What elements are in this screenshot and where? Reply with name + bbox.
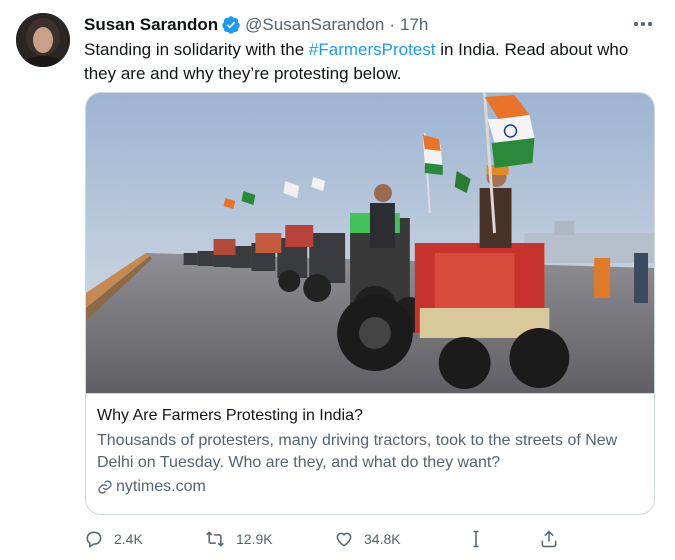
link-card[interactable]: Why Are Farmers Protesting in India? Tho… [85, 92, 655, 515]
more-icon [634, 22, 652, 26]
retweet-button[interactable]: 12.9K [204, 527, 273, 551]
more-button[interactable] [631, 14, 655, 34]
like-count: 34.8K [364, 531, 401, 547]
share-icon [541, 530, 557, 548]
card-description: Thousands of protesters, many driving tr… [97, 432, 618, 471]
tweet-timestamp[interactable]: 17h [400, 15, 428, 35]
tweet-text: Standing in solidarity with the #Farmers… [84, 38, 644, 86]
reply-icon [86, 531, 102, 548]
author-name[interactable]: Susan Sarandon [84, 15, 218, 35]
card-domain-text: nytimes.com [116, 478, 206, 495]
like-icon [336, 532, 352, 547]
like-button[interactable]: 34.8K [334, 527, 401, 551]
reply-count: 2.4K [114, 531, 143, 547]
card-title[interactable]: Why Are Farmers Protesting in India? [97, 405, 643, 427]
card-image [86, 93, 654, 394]
action-bar: 2.4K 12.9K 34.8K [84, 527, 564, 551]
retweet-count: 12.9K [236, 531, 273, 547]
avatar[interactable] [16, 13, 70, 67]
link-icon [98, 480, 112, 494]
tweet-text-before: Standing in solidarity with the [84, 40, 309, 59]
media-icon [473, 530, 479, 548]
media-button[interactable] [469, 527, 493, 551]
share-button[interactable] [539, 527, 569, 551]
reply-button[interactable]: 2.4K [84, 527, 143, 551]
tweet[interactable]: Susan Sarandon @SusanSarandon · 17h Stan… [0, 0, 675, 560]
retweet-icon [206, 531, 224, 547]
verified-badge-icon [222, 16, 240, 34]
separator-dot: · [389, 15, 395, 34]
author-handle[interactable]: @SusanSarandon [245, 15, 384, 35]
card-domain[interactable]: nytimes.com [97, 476, 643, 498]
hashtag-link[interactable]: #FarmersProtest [309, 40, 436, 59]
